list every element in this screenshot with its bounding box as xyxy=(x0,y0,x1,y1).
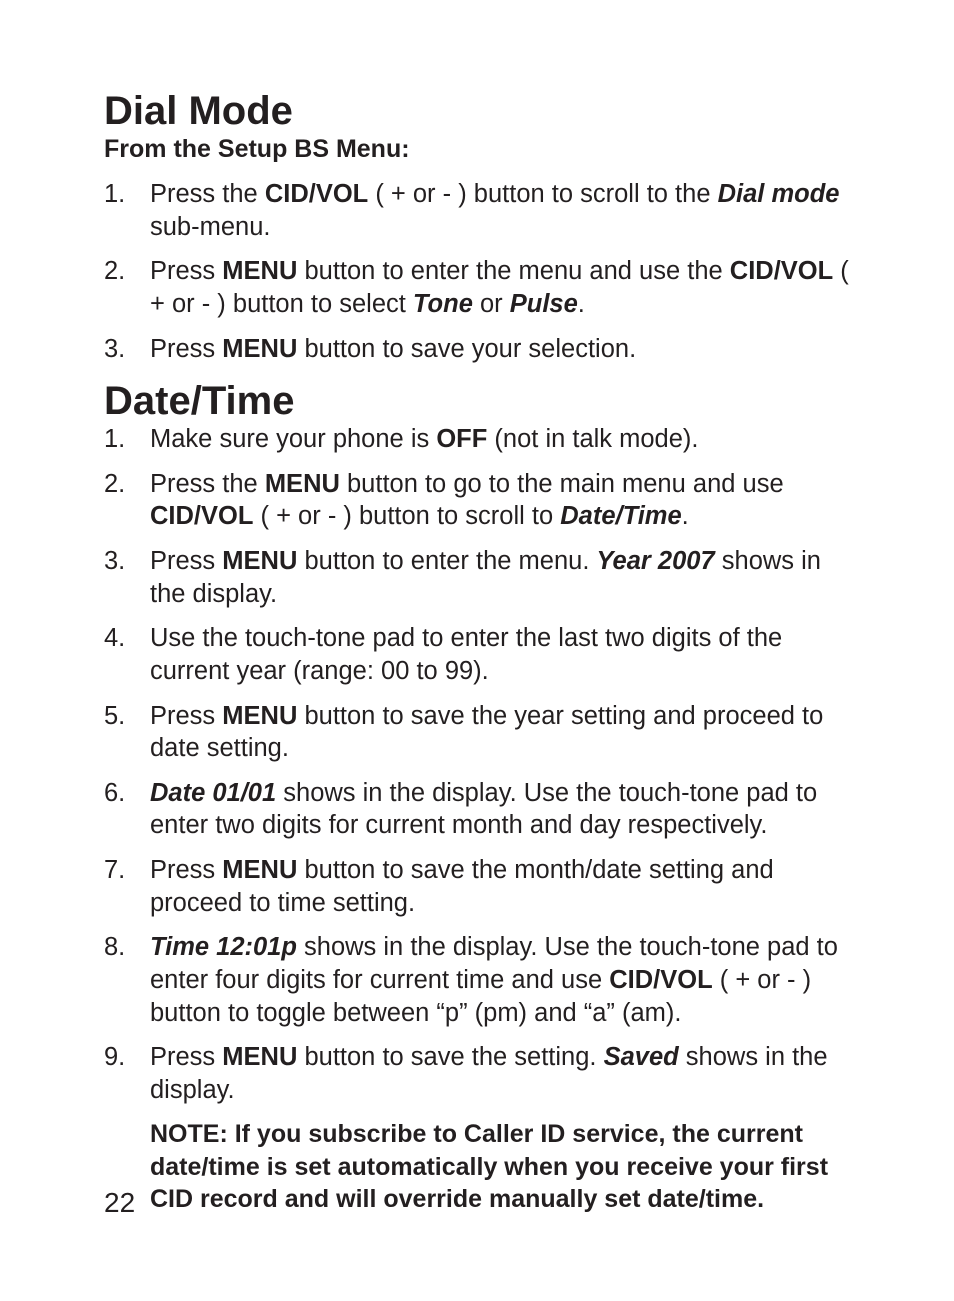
text-segment: button to go to the main menu and use xyxy=(340,470,784,498)
text-segment: Date/Time xyxy=(560,502,681,530)
text-segment: button to enter the menu and use the xyxy=(297,257,729,285)
text-segment: Pulse xyxy=(510,290,578,318)
text-segment: CID/VOL xyxy=(265,180,368,208)
date-time-heading: Date/Time xyxy=(104,379,858,423)
list-item: 1. Press the CID/VOL ( + or - ) button to… xyxy=(104,178,858,243)
text-segment: Press xyxy=(150,1043,222,1071)
text-segment: ( + or - ) button to scroll to the xyxy=(368,180,717,208)
list-item: 8.Time 12:01p shows in the display. Use … xyxy=(104,931,858,1029)
text-segment: Press the xyxy=(150,180,265,208)
text-segment: CID/VOL xyxy=(609,966,712,994)
dial-mode-steps: 1. Press the CID/VOL ( + or - ) button to… xyxy=(104,178,858,365)
list-item: 9. Press MENU button to save the setting.… xyxy=(104,1041,858,1106)
text-segment: MENU xyxy=(222,1043,297,1071)
step-number: 1. xyxy=(104,178,125,211)
step-number: 3. xyxy=(104,545,125,578)
dial-mode-subheading: From the Setup BS Menu: xyxy=(104,134,858,164)
text-segment: Dial mode xyxy=(718,180,840,208)
text-segment: Press xyxy=(150,257,222,285)
list-item: 4. Use the touch-tone pad to enter the la… xyxy=(104,622,858,687)
text-segment: MENU xyxy=(222,335,297,363)
text-segment: Press the xyxy=(150,470,265,498)
text-segment: CID/VOL xyxy=(150,502,253,530)
date-time-note: NOTE: If you subscribe to Caller ID serv… xyxy=(150,1118,858,1216)
text-segment: sub-menu. xyxy=(150,213,270,241)
list-item: 5.Press MENU button to save the year set… xyxy=(104,700,858,765)
step-number: 8. xyxy=(104,931,125,964)
text-segment: or xyxy=(473,290,510,318)
text-segment: Use the touch-tone pad to enter the last… xyxy=(150,624,782,685)
step-number: 1. xyxy=(104,423,125,456)
text-segment: (not in talk mode). xyxy=(487,425,698,453)
text-segment: Year 2007 xyxy=(597,547,715,575)
step-number: 2. xyxy=(104,255,125,288)
step-number: 7. xyxy=(104,854,125,887)
list-item: 2. Press MENU button to enter the menu an… xyxy=(104,255,858,320)
step-number: 4. xyxy=(104,622,125,655)
text-segment: . xyxy=(578,290,585,318)
dial-mode-heading: Dial Mode xyxy=(104,90,858,132)
text-segment: OFF xyxy=(436,425,487,453)
text-segment: MENU xyxy=(265,470,340,498)
text-segment: Saved xyxy=(604,1043,679,1071)
date-time-steps: 1. Make sure your phone is OFF (not in ta… xyxy=(104,423,858,1106)
page-number: 22 xyxy=(104,1187,135,1219)
text-segment: Make sure your phone is xyxy=(150,425,436,453)
step-number: 5. xyxy=(104,700,125,733)
text-segment: ( + or - ) button to scroll to xyxy=(253,502,560,530)
list-item: 6.Date 01/01 shows in the display. Use t… xyxy=(104,777,858,842)
text-segment: Date 01/01 xyxy=(150,779,276,807)
text-segment: Press xyxy=(150,335,222,363)
document-page: Dial Mode From the Setup BS Menu: 1. Pres… xyxy=(0,0,954,1301)
step-number: 2. xyxy=(104,468,125,501)
text-segment: button to enter the menu. xyxy=(297,547,596,575)
list-item: 3. Press MENU button to save your selecti… xyxy=(104,333,858,366)
text-segment: MENU xyxy=(222,702,297,730)
list-item: 1. Make sure your phone is OFF (not in ta… xyxy=(104,423,858,456)
text-segment: MENU xyxy=(222,856,297,884)
text-segment: Press xyxy=(150,547,222,575)
text-segment: button to save your selection. xyxy=(297,335,636,363)
step-number: 3. xyxy=(104,333,125,366)
list-item: 2. Press the MENU button to go to the mai… xyxy=(104,468,858,533)
text-segment: . xyxy=(682,502,689,530)
text-segment: CID/VOL xyxy=(730,257,833,285)
text-segment: Time 12:01p xyxy=(150,933,297,961)
text-segment: Press xyxy=(150,856,222,884)
step-number: 9. xyxy=(104,1041,125,1074)
text-segment: MENU xyxy=(222,257,297,285)
list-item: 7.Press MENU button to save the month/da… xyxy=(104,854,858,919)
text-segment: Tone xyxy=(413,290,473,318)
step-number: 6. xyxy=(104,777,125,810)
text-segment: MENU xyxy=(222,547,297,575)
text-segment: Press xyxy=(150,702,222,730)
list-item: 3. Press MENU button to enter the menu. Y… xyxy=(104,545,858,610)
text-segment: button to save the setting. xyxy=(297,1043,603,1071)
